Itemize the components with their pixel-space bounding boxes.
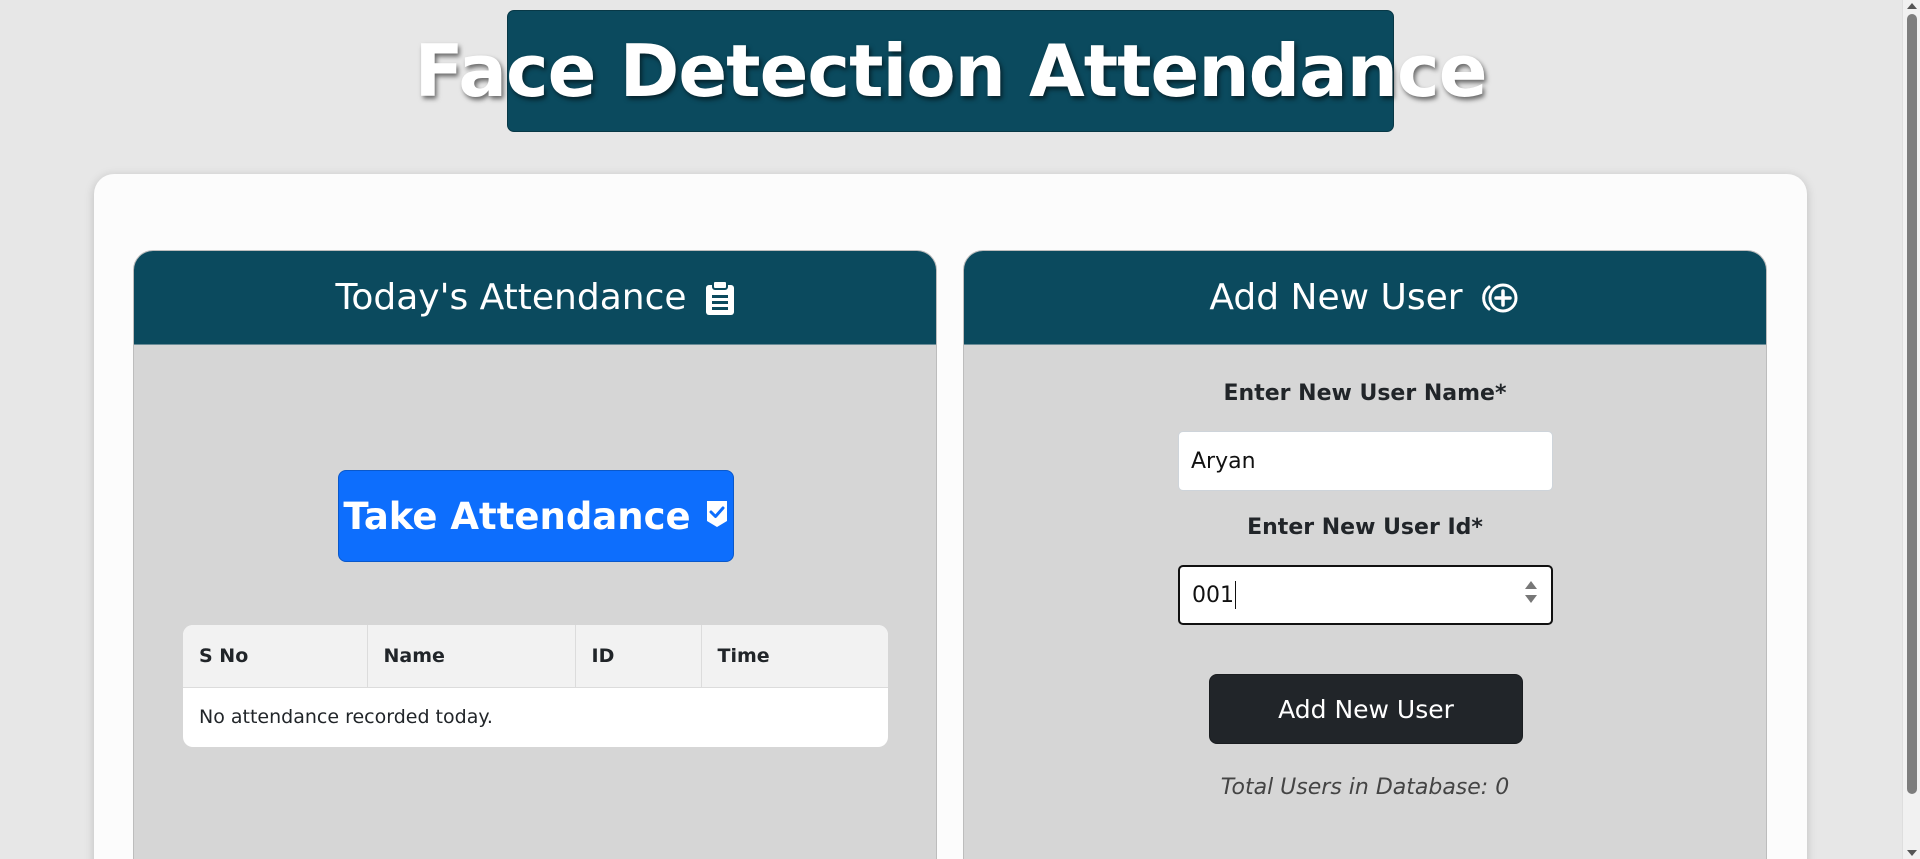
scroll-up-icon[interactable] — [1907, 3, 1917, 9]
table-header-row: S No Name ID Time — [183, 625, 888, 688]
table-row: No attendance recorded today. — [183, 687, 888, 747]
attendance-panel: Today's Attendance Take Attendance S No … — [133, 250, 937, 859]
page-title: Face Detection Attendance — [414, 10, 1488, 132]
clipboard-icon — [705, 279, 735, 316]
add-user-panel-header: Add New User — [964, 251, 1766, 345]
page: Face Detection Attendance Today's Attend… — [0, 0, 1920, 859]
id-label: Enter New User Id* — [1247, 515, 1483, 540]
spinner-down-icon[interactable] — [1525, 595, 1537, 603]
add-user-panel-title: Add New User — [1209, 277, 1463, 318]
column-header: S No — [183, 625, 368, 688]
column-header: Time — [701, 625, 888, 688]
user-name-value: Aryan — [1191, 448, 1256, 474]
number-spinner[interactable] — [1525, 581, 1537, 603]
text-caret — [1235, 581, 1236, 609]
column-header: ID — [575, 625, 702, 688]
attendance-panel-title: Today's Attendance — [335, 277, 687, 318]
total-users-text: Total Users in Database: 0 — [1220, 775, 1510, 800]
plus-circle-icon — [1481, 281, 1521, 315]
empty-message: No attendance recorded today. — [199, 706, 493, 729]
add-user-panel: Add New User Enter New User Name* Aryan … — [963, 250, 1767, 859]
take-attendance-button[interactable]: Take Attendance — [338, 470, 734, 562]
user-id-value: 001 — [1192, 582, 1234, 608]
check-badge-icon — [705, 495, 729, 538]
column-header: Name — [367, 625, 576, 688]
attendance-panel-header: Today's Attendance — [134, 251, 936, 345]
scrollbar-thumb[interactable] — [1907, 14, 1917, 794]
take-attendance-label: Take Attendance — [343, 494, 691, 538]
user-name-input[interactable]: Aryan — [1178, 431, 1553, 491]
page-scrollbar[interactable] — [1902, 0, 1920, 859]
attendance-table: S No Name ID Time No attendance recorded… — [183, 625, 888, 747]
user-id-input[interactable]: 001 — [1178, 565, 1553, 625]
scroll-down-icon[interactable] — [1907, 850, 1917, 856]
spinner-up-icon[interactable] — [1525, 581, 1537, 589]
add-new-user-button[interactable]: Add New User — [1209, 674, 1523, 744]
name-label: Enter New User Name* — [1223, 381, 1507, 406]
